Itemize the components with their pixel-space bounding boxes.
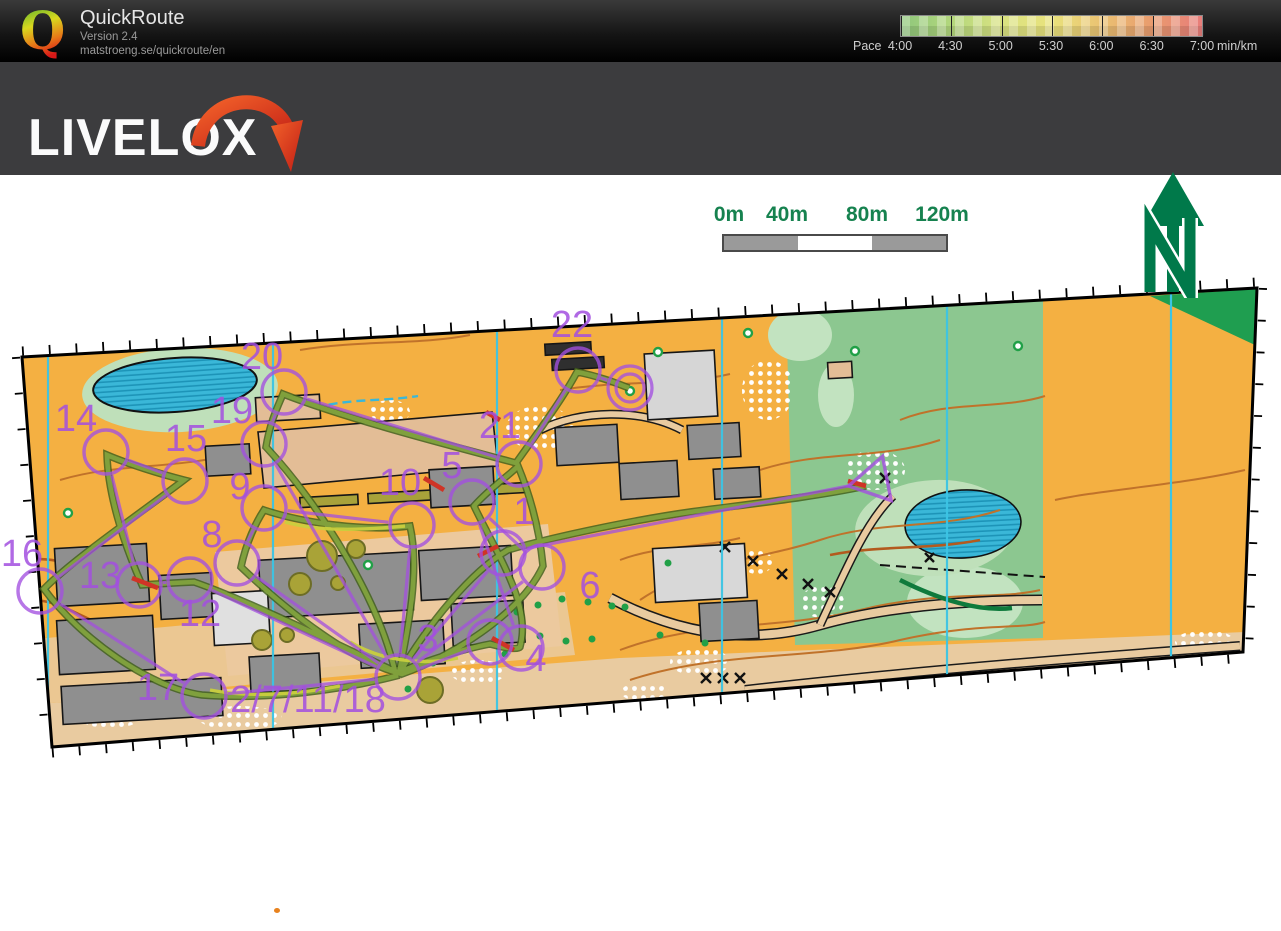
pace-tick-label: 4:30 [928,39,972,53]
map-canvas[interactable]: 1 2/7/11/18 3 4 5 6 89 10 12 13 14 15 16 17 19 20 21 22 [0,175,1281,931]
pace-tick-label: 5:00 [979,39,1023,53]
control-number: 21 [479,405,521,447]
control-number: 10 [379,462,421,504]
app-title: QuickRoute [80,7,185,30]
scale-seg-2 [798,236,873,250]
control-number: 1 [513,491,534,533]
pace-tick [1102,16,1103,36]
control-number: 19 [211,390,253,432]
scale-seg-3 [872,236,946,250]
scale-label: 0m [714,203,744,227]
control-number: 3 [417,618,438,660]
north-arrow-icon [1138,168,1213,298]
app-version: Version 2.4 [80,31,138,43]
control-number: 9 [229,466,250,508]
q-letter: Q [20,2,65,62]
control-number: 2/7/11/18 [230,679,386,721]
scale-bar-segments [722,234,948,252]
control-number: 8 [201,514,222,556]
livelox-banner: LIVELOX [0,62,1281,175]
app-url[interactable]: matstroeng.se/quickroute/en [80,45,225,57]
control-number: 6 [579,565,600,607]
pace-gradient-bar [900,15,1203,37]
scale-label: 120m [915,203,969,227]
pace-tick [1002,16,1003,36]
quickroute-window: Q QuickRoute Version 2.4 matstroeng.se/q… [0,0,1281,931]
control-number: 14 [55,398,97,440]
pace-tick-label: 6:30 [1130,39,1174,53]
control-number: 15 [165,418,207,460]
control-number: 12 [179,593,221,635]
quickroute-logo-icon: Q [16,2,78,62]
control-number: 4 [525,638,546,680]
pace-tick-label: 5:30 [1029,39,1073,53]
pace-tick-label: 6:00 [1079,39,1123,53]
pace-tick [1203,16,1204,36]
pace-tick [1153,16,1154,36]
scale-label: 40m [766,203,808,227]
pace-tick [901,16,902,36]
course-leg-line [601,378,608,380]
livelox-logo[interactable]: LIVELOX [0,62,330,175]
livelox-wordmark: LIVELOX [28,109,257,167]
control-number: 13 [79,555,121,597]
pace-tick-label: 4:00 [878,39,922,53]
control-number: 16 [1,533,43,575]
title-bar: Q QuickRoute Version 2.4 matstroeng.se/q… [0,0,1281,62]
stray-route-dot [274,908,280,913]
control-number: 17 [137,667,179,709]
pace-legend: Pace min/km 4:004:305:005:306:006:307:00 [845,0,1281,62]
pace-tick-label: 7:00 [1180,39,1224,53]
pace-tick [951,16,952,36]
livelox-arrowhead-icon [271,120,303,172]
scale-seg-1 [724,236,798,250]
control-number: 20 [241,336,283,378]
control-number: 5 [441,445,462,487]
pace-tick [1052,16,1053,36]
control-number: 22 [551,304,593,346]
map-area: 1 2/7/11/18 3 4 5 6 89 10 12 13 14 15 16 17 19 20 21 22 0… [0,175,1281,931]
scale-bar: 0m 40m 80m 120m [705,203,975,261]
scale-label: 80m [846,203,888,227]
